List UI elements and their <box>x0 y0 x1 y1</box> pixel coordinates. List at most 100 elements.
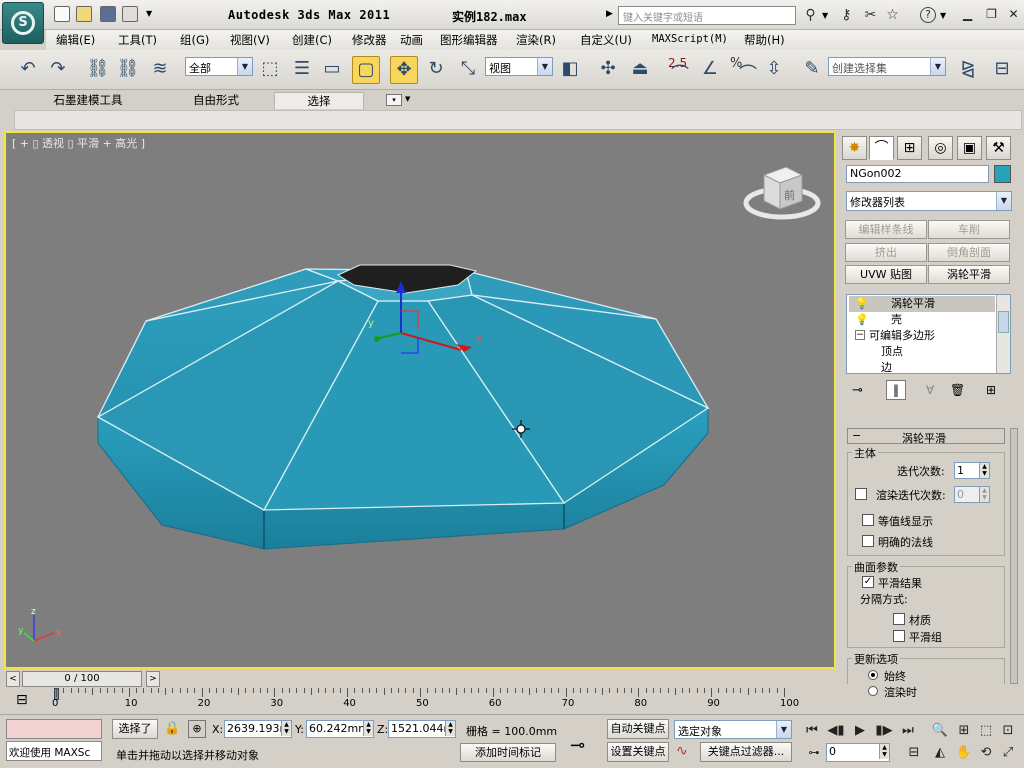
zoom-icon[interactable]: 🔍 <box>930 721 950 741</box>
pivot-center-icon[interactable]: ◧ <box>556 56 584 84</box>
edit-named-selection-icon[interactable]: ✎ <box>798 56 826 84</box>
help-icon[interactable]: ? <box>920 7 936 23</box>
menu-maxscript[interactable]: MAXScript(M) <box>652 33 728 45</box>
new-file-icon[interactable] <box>54 6 70 22</box>
stack-item-shell[interactable]: 💡 壳 <box>849 312 995 328</box>
next-frame-icon[interactable]: ▮▶ <box>874 721 894 741</box>
track-bar-toggle-icon[interactable]: ⊟ <box>16 692 28 708</box>
mirror-icon[interactable]: ⧎ <box>954 56 982 84</box>
stack-item-turbosmooth[interactable]: 💡 涡轮平滑 <box>849 296 995 312</box>
binoculars-icon[interactable]: ⚲ <box>802 7 819 24</box>
selection-count-button[interactable]: 选择了 <box>112 719 158 739</box>
goto-start-icon[interactable]: ⏮ <box>802 721 822 741</box>
menu-modifiers[interactable]: 修改器 <box>352 32 387 48</box>
lightbulb-icon[interactable]: 💡 <box>855 296 869 312</box>
previous-frame-icon[interactable]: ◀▮ <box>826 721 846 741</box>
reference-coordinate-dropdown[interactable]: 视图 ▼ <box>485 57 553 76</box>
y-coord-spinner[interactable]: 60.242mm ▲ ▼ <box>306 720 374 738</box>
maxscript-listener-white[interactable]: 欢迎使用 MAXSc <box>6 741 102 761</box>
spinner-arrows-icon[interactable]: ▲ ▼ <box>979 463 989 478</box>
render-iters-spinner[interactable]: 0 ▲ ▼ <box>954 486 990 503</box>
goto-end-icon[interactable]: ⏭ <box>898 721 918 741</box>
minimize-icon[interactable]: ▁ <box>960 8 975 22</box>
zoom-all-icon[interactable]: ⊞ <box>954 721 974 741</box>
select-and-rotate-icon[interactable]: ↻ <box>422 56 450 84</box>
select-and-link-icon[interactable]: ⛓ <box>84 56 112 84</box>
maxscript-listener-pink[interactable] <box>6 719 102 739</box>
key-filters-button[interactable]: 关键点过滤器... <box>700 742 792 762</box>
menu-group[interactable]: 组(G) <box>180 32 209 48</box>
absolute-mode-icon[interactable]: ⊕ <box>188 720 206 738</box>
set-key-button[interactable]: 设置关键点 <box>607 742 669 762</box>
panel-scrollbar[interactable] <box>1010 428 1018 684</box>
perspective-viewport[interactable]: y x 前 z x y <box>4 131 836 669</box>
object-color-swatch[interactable] <box>994 165 1011 183</box>
modifier-stack[interactable]: 💡 涡轮平滑 💡 壳 − 可编辑多边形 顶点 边 <box>846 294 1011 374</box>
subscription-icon[interactable]: ✂ <box>862 7 879 24</box>
menu-help[interactable]: 帮助(H) <box>744 32 785 48</box>
select-and-move-icon[interactable]: ✥ <box>390 56 418 84</box>
lightbulb-icon[interactable]: 💡 <box>855 312 869 328</box>
named-selection-dropdown[interactable]: 创建选择集 ▼ <box>828 57 946 76</box>
snaps-toggle-icon[interactable]: ⌒ <box>666 62 694 90</box>
bevel-profile-button[interactable]: 倒角剖面 <box>928 243 1010 262</box>
spinner-arrows-icon[interactable]: ▲ ▼ <box>281 721 291 736</box>
search-input[interactable]: 键入关键字或短语 <box>618 6 796 25</box>
stack-item-editable-poly[interactable]: − 可编辑多边形 <box>849 328 995 344</box>
select-and-scale-icon[interactable]: ⤡ <box>454 56 482 84</box>
restore-icon[interactable]: ❐ <box>984 8 999 22</box>
keyboard-shortcut-toggle-icon[interactable]: ⏏ <box>626 56 654 84</box>
stack-item-vertex[interactable]: 顶点 <box>849 344 995 360</box>
tab-freeform[interactable]: 自由形式 <box>166 92 266 109</box>
field-of-view-icon[interactable]: ◭ <box>930 743 950 763</box>
add-time-tag-button[interactable]: 添加时间标记 <box>460 743 556 762</box>
auto-key-button[interactable]: 自动关键点 <box>607 719 669 739</box>
material-checkbox[interactable] <box>893 613 905 625</box>
maximize-viewport-icon[interactable]: ⤢ <box>998 743 1018 763</box>
time-slider-prev-icon[interactable]: < <box>6 671 20 687</box>
play-icon[interactable]: ▶ <box>850 721 870 741</box>
menu-customize[interactable]: 自定义(U) <box>580 32 632 48</box>
project-folder-icon[interactable] <box>122 6 138 22</box>
tab-create-icon[interactable]: ✸ <box>842 136 867 160</box>
tab-hierarchy-icon[interactable]: ⊞ <box>897 136 922 160</box>
search-dropdown-icon[interactable]: ▼ <box>822 11 828 20</box>
extrude-button[interactable]: 挤出 <box>845 243 927 262</box>
key-mode-toggle-icon[interactable]: ⊶ <box>804 743 824 763</box>
tab-display-icon[interactable]: ▣ <box>957 136 982 160</box>
menu-graph-editors[interactable]: 图形编辑器 <box>440 32 498 48</box>
stack-scrollbar[interactable] <box>996 295 1010 373</box>
iterations-spinner[interactable]: 1 ▲ ▼ <box>954 462 990 479</box>
show-end-result-icon[interactable]: ‖ <box>886 380 906 400</box>
spinner-snap-icon[interactable]: ⇳ <box>760 56 788 84</box>
make-unique-icon[interactable]: ∀ <box>926 383 934 397</box>
viewport-label[interactable]: [ + ▯ 透视 ▯ 平滑 + 高光 ] <box>12 135 145 151</box>
edit-spline-button[interactable]: 编辑样条线 <box>845 220 927 239</box>
redo-icon[interactable]: ↷ <box>44 56 72 84</box>
turbosmooth-button[interactable]: 涡轮平滑 <box>928 265 1010 284</box>
search-arrow-icon[interactable]: ▶ <box>606 9 613 19</box>
tab-modify-icon[interactable]: ⌒ <box>869 136 894 160</box>
smooth-result-checkbox[interactable]: ✓ <box>862 576 874 588</box>
track-bar[interactable]: 0 10 20 30 40 50 60 70 80 90 100 <box>50 688 799 714</box>
menu-views[interactable]: 视图(V) <box>230 32 270 48</box>
select-by-name-icon[interactable]: ☰ <box>288 56 316 84</box>
close-icon[interactable]: ✕ <box>1006 8 1021 22</box>
collapse-icon[interactable]: − <box>855 330 865 340</box>
help-dropdown-icon[interactable]: ▼ <box>940 11 946 20</box>
ribbon-dropdown-icon[interactable]: ▼ <box>405 95 410 103</box>
z-coord-spinner[interactable]: 1521.044m ▲ ▼ <box>388 720 456 738</box>
spinner-arrows-icon[interactable]: ▲ ▼ <box>879 744 889 759</box>
isoline-checkbox[interactable] <box>862 514 874 526</box>
time-slider-next-icon[interactable]: > <box>146 671 160 687</box>
default-tangent-icon[interactable]: ∿ <box>676 743 688 759</box>
remove-modifier-icon[interactable]: 🗑 <box>950 383 965 397</box>
ribbon-options-icon[interactable]: ▾ <box>386 94 402 106</box>
selection-filter-dropdown[interactable]: 全部 ▼ <box>185 57 253 76</box>
tab-utilities-icon[interactable]: ⚒ <box>986 136 1011 160</box>
object-name-field[interactable]: NGon002 <box>846 165 989 183</box>
menu-create[interactable]: 创建(C) <box>292 32 332 48</box>
selection-lock-icon[interactable]: 🔒 <box>164 721 180 736</box>
key-mode-icon[interactable]: ⊸ <box>570 735 585 756</box>
rollout-header[interactable]: − 涡轮平滑 <box>847 428 1005 445</box>
